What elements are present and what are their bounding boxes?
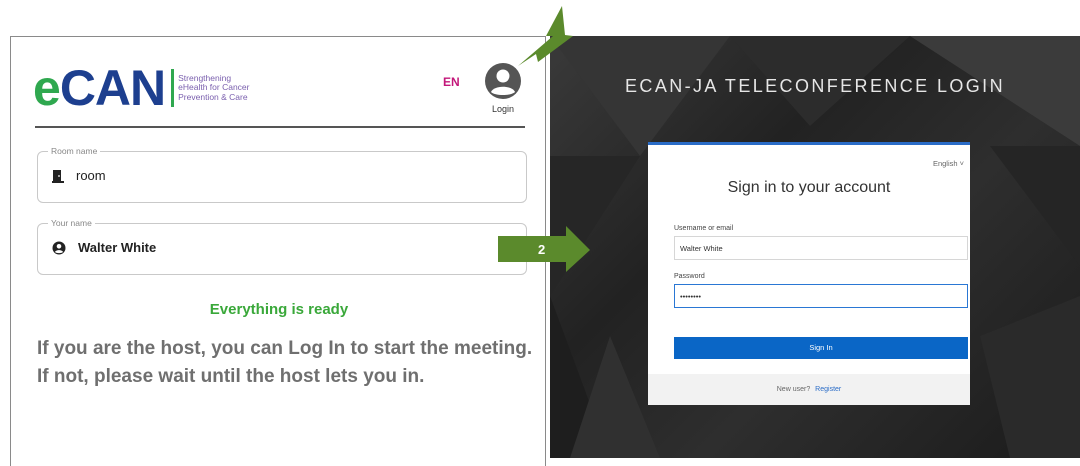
password-label: Password	[674, 273, 705, 280]
your-name-field[interactable]: Your name Walter White	[37, 218, 527, 275]
logo-e: e	[33, 60, 61, 116]
login-card: English ˅ Sign in to your account Userna…	[648, 142, 970, 405]
ready-status: Everything is ready	[209, 301, 349, 318]
ecan-join-panel: e CAN Strengthening eHealth for Cancer P…	[10, 36, 546, 466]
room-name-legend: Room name	[48, 146, 101, 156]
room-name-field[interactable]: Room name room	[37, 146, 527, 203]
card-title: Sign in to your account	[727, 179, 891, 196]
room-name-input[interactable]: room	[76, 168, 106, 183]
language-selector[interactable]: EN	[443, 75, 460, 89]
step-2-label: 2	[538, 242, 546, 257]
user-circle-icon	[52, 241, 66, 254]
username-label: Username or email	[674, 225, 734, 232]
logo-can: CAN	[59, 60, 166, 116]
ecan-logo: e CAN Strengthening eHealth for Cancer P…	[33, 63, 249, 113]
your-name-input[interactable]: Walter White	[78, 240, 156, 255]
account-circle-icon	[485, 63, 521, 99]
header-divider	[35, 126, 525, 128]
login-button[interactable]: Login	[481, 61, 525, 114]
tagline-line-3: Prevention & Care	[178, 91, 248, 102]
step-1-label: 1	[534, 22, 542, 37]
sign-in-button[interactable]: Sign In	[674, 337, 968, 359]
logo-tagline: Strengthening eHealth for Cancer Prevent…	[178, 73, 249, 103]
card-language-selector[interactable]: English ˅	[933, 159, 964, 168]
login-page-title: ECAN-JA TELECONFERENCE LOGIN	[625, 76, 1005, 96]
password-input[interactable]: ••••••••	[674, 284, 968, 308]
new-user-text: New user?	[776, 386, 811, 393]
register-link[interactable]: Register	[815, 386, 841, 393]
logo-separator	[171, 69, 175, 107]
your-name-legend: Your name	[48, 218, 95, 228]
login-label: Login	[491, 104, 515, 114]
card-footer: New user? Register	[648, 374, 970, 405]
username-input[interactable]: Walter White	[674, 236, 968, 260]
host-message: If you are the host, you can Log In to s…	[37, 338, 533, 387]
door-icon	[52, 169, 64, 183]
teleconference-login-panel: ECAN-JA TELECONFERENCE LOGIN English ˅ S…	[550, 36, 1080, 458]
